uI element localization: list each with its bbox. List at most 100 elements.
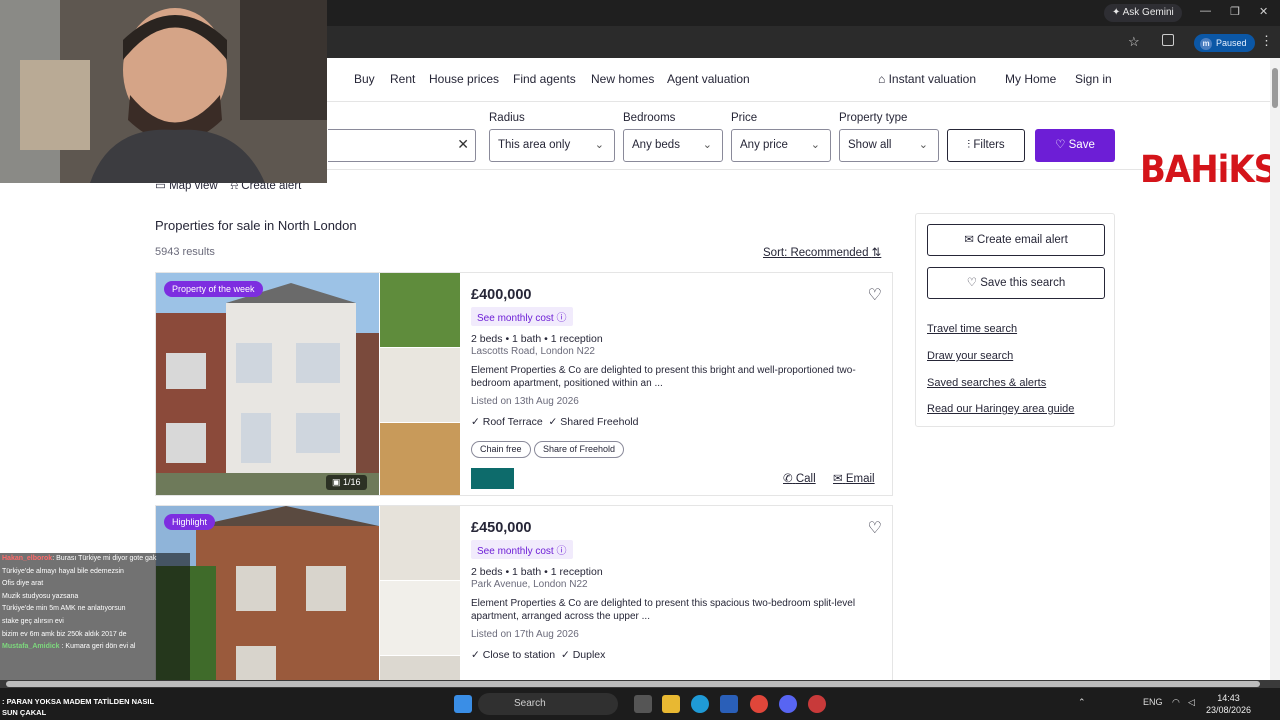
property-rooms: 2 beds • 1 bath • 1 reception xyxy=(471,333,603,345)
chrome-icon[interactable] xyxy=(750,695,768,713)
chat-message: stake geç alırsın evi xyxy=(2,616,190,629)
saved-searches-link[interactable]: Saved searches & alerts xyxy=(927,377,1046,389)
sort-label: Sort: Recommended xyxy=(763,247,869,259)
nav-instant-valuation[interactable]: ⌂ Instant valuation xyxy=(878,72,976,86)
horizontal-scrollbar[interactable] xyxy=(0,680,1280,688)
sliders-icon: ⫶ xyxy=(967,139,971,151)
nav-find-agents[interactable]: Find agents xyxy=(513,72,576,86)
overlay-logo: BAHiKS xyxy=(1140,148,1270,192)
restore-icon[interactable]: ❐ xyxy=(1230,5,1240,18)
draw-your-search-link[interactable]: Draw your search xyxy=(927,350,1013,362)
nav-new-homes[interactable]: New homes xyxy=(591,72,654,86)
clear-icon[interactable]: ✕ xyxy=(457,136,469,153)
home-icon: ⌂ xyxy=(878,72,886,86)
favourite-heart-icon[interactable]: ♡ xyxy=(868,518,882,538)
property-address: Park Avenue, London N22 xyxy=(471,579,588,590)
chat-username: Hakan_elborok xyxy=(2,555,53,562)
ask-gemini-button[interactable]: ✦ Ask Gemini xyxy=(1104,4,1182,22)
property-thumb-room[interactable] xyxy=(380,348,460,422)
property-card[interactable]: Property of the week ▣ 1/16 £400,000 See… xyxy=(155,272,893,496)
save-button-label: Save xyxy=(1068,139,1095,151)
nav-buy[interactable]: Buy xyxy=(354,72,375,86)
start-icon[interactable] xyxy=(454,695,472,713)
monthly-cost-link[interactable]: See monthly cost ⓘ xyxy=(471,540,573,559)
email-button[interactable]: ✉ Email xyxy=(833,471,875,485)
bedrooms-select[interactable]: Any beds ⌄ xyxy=(623,129,723,162)
wifi-icon[interactable]: ◠ xyxy=(1172,697,1180,708)
area-guide-link[interactable]: Read our Haringey area guide xyxy=(927,403,1074,415)
property-type-value: Show all xyxy=(848,139,892,151)
nav-rent[interactable]: Rent xyxy=(390,72,415,86)
windows-taskbar: Search ⌃ ENG ◠ ◁ 14:43 23/08/2026 xyxy=(0,688,1280,720)
scrollbar-thumb[interactable] xyxy=(1272,68,1278,108)
discord-icon[interactable] xyxy=(779,695,797,713)
app-icon[interactable] xyxy=(808,695,826,713)
profile-button[interactable]: m Paused xyxy=(1194,34,1255,52)
file-explorer-icon[interactable] xyxy=(662,695,680,713)
chevron-down-icon: ⌄ xyxy=(702,139,712,151)
ask-gemini-label: Ask Gemini xyxy=(1122,7,1174,18)
feature-item: Duplex xyxy=(572,649,606,661)
chat-message: Muzik studyosu yazsana xyxy=(2,591,190,604)
filters-button[interactable]: ⫶ Filters xyxy=(947,129,1025,162)
radius-label: Radius xyxy=(489,112,525,124)
save-search-button[interactable]: ♡ Save xyxy=(1035,129,1115,162)
close-icon[interactable]: ✕ xyxy=(1259,5,1268,18)
nav-my-home[interactable]: My Home xyxy=(1005,72,1056,86)
page-title: Properties for sale in North London xyxy=(155,218,357,233)
envelope-icon: ✉ xyxy=(833,473,843,485)
agent-logo[interactable] xyxy=(471,468,514,489)
chat-text: bizim ev 6m amk biz 250k aldık 2017 de xyxy=(2,630,127,638)
heart-icon: ♡ xyxy=(966,277,978,289)
tray-chevron-icon[interactable]: ⌃ xyxy=(1078,697,1086,708)
results-count: 5943 results xyxy=(155,246,215,258)
property-thumb-living[interactable] xyxy=(380,506,460,580)
language-indicator[interactable]: ENG xyxy=(1143,697,1163,707)
store-icon[interactable] xyxy=(720,695,738,713)
monthly-cost-link[interactable]: See monthly cost ⓘ xyxy=(471,307,573,326)
property-thumb-bedroom[interactable] xyxy=(380,581,460,655)
highlight-badge: Highlight xyxy=(164,514,216,530)
volume-icon[interactable]: ◁ xyxy=(1188,697,1195,708)
property-card[interactable]: Highlight £450,000 See monthly cost ⓘ 2 … xyxy=(155,505,893,680)
radius-select[interactable]: This area only ⌄ xyxy=(489,129,615,162)
property-thumb-garden[interactable] xyxy=(380,273,460,347)
save-this-search-button[interactable]: ♡ Save this search xyxy=(927,267,1105,299)
extensions-icon[interactable] xyxy=(1162,34,1174,46)
price-select[interactable]: Any price ⌄ xyxy=(731,129,831,162)
chevron-down-icon: ⌄ xyxy=(918,139,928,151)
listed-date: Listed on 13th Aug 2026 xyxy=(471,396,579,407)
check-icon: ✓ xyxy=(471,649,480,661)
bookmark-star-icon[interactable]: ☆ xyxy=(1128,34,1140,50)
location-search-input[interactable]: ✕ xyxy=(328,129,476,162)
minimize-icon[interactable]: — xyxy=(1200,5,1211,17)
travel-time-search-link[interactable]: Travel time search xyxy=(927,323,1017,335)
chat-text: Ofis diye arat xyxy=(2,580,44,588)
price-value: Any price xyxy=(740,139,788,151)
nav-sign-in[interactable]: Sign in xyxy=(1075,72,1112,86)
monthly-cost-label: See monthly cost xyxy=(477,546,554,557)
browser-menu-icon[interactable]: ⋮ xyxy=(1260,33,1273,49)
radius-value: This area only xyxy=(498,139,571,151)
clock[interactable]: 14:43 23/08/2026 xyxy=(1206,692,1251,716)
scrollbar-thumb[interactable] xyxy=(6,681,1260,687)
property-main-photo[interactable]: Property of the week ▣ 1/16 xyxy=(156,273,379,495)
taskbar-search[interactable]: Search xyxy=(478,693,618,715)
task-view-icon[interactable] xyxy=(634,695,652,713)
create-email-alert-button[interactable]: ✉ Create email alert xyxy=(927,224,1105,256)
bedrooms-value: Any beds xyxy=(632,139,680,151)
property-info: £400,000 See monthly cost ⓘ 2 beds • 1 b… xyxy=(471,273,891,495)
favourite-heart-icon[interactable]: ♡ xyxy=(868,285,882,305)
nav-house-prices[interactable]: House prices xyxy=(429,72,499,86)
stream-chat-overlay: Hakan_elborok: Burası Türkiye mi diyor g… xyxy=(0,553,190,680)
sort-dropdown[interactable]: Sort: Recommended ⇅ xyxy=(763,245,881,259)
property-thumb-kitchen[interactable] xyxy=(380,423,460,495)
call-button[interactable]: ✆ Call xyxy=(783,471,816,485)
property-type-select[interactable]: Show all ⌄ xyxy=(839,129,939,162)
edge-icon[interactable] xyxy=(691,695,709,713)
listed-date: Listed on 17th Aug 2026 xyxy=(471,629,579,640)
nav-agent-valuation[interactable]: Agent valuation xyxy=(667,72,750,86)
property-thumb-room[interactable] xyxy=(380,656,460,680)
email-label: Email xyxy=(845,473,875,485)
page-scrollbar[interactable] xyxy=(1270,58,1280,680)
